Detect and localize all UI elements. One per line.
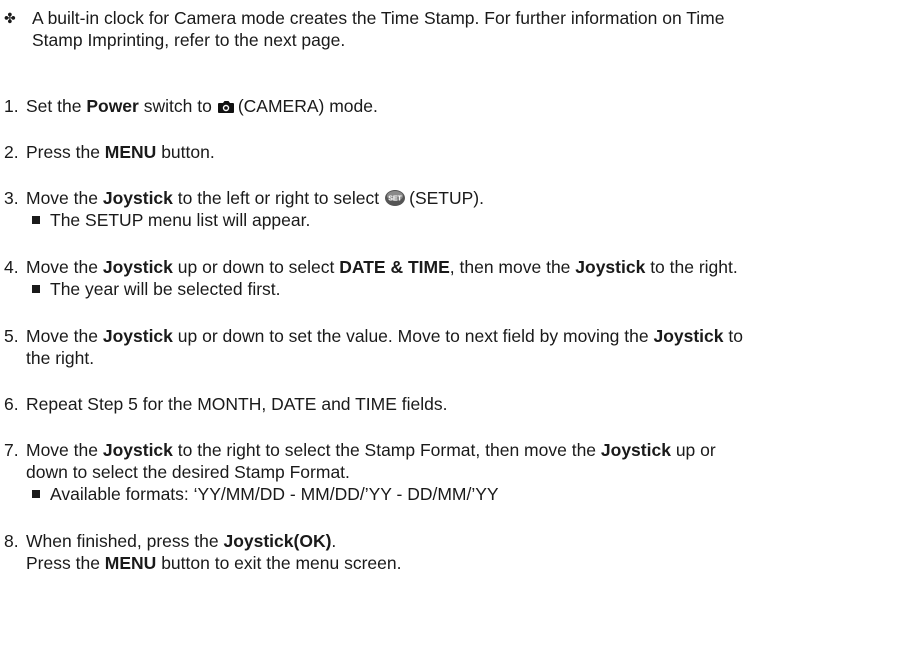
square-bullet-icon (32, 489, 40, 498)
step-text: Press the MENU button. (26, 142, 215, 162)
step-number: 7. (4, 440, 19, 460)
square-bullet-icon (32, 284, 40, 293)
step-text-continued: the right. (26, 348, 95, 368)
camera-icon (217, 97, 235, 119)
step-number: 5. (4, 326, 19, 346)
setup-icon: SET (384, 189, 406, 212)
sub-bullet: Available formats: ‘YY/MM/DD - MM/DD/’YY… (28, 483, 499, 505)
step-text: When finished, press the Joystick(OK). (26, 531, 337, 551)
sub-bullet: The SETUP menu list will appear. (28, 209, 310, 231)
step-number: 1. (4, 96, 19, 116)
step-number: 3. (4, 188, 19, 208)
svg-text:SET: SET (388, 196, 402, 203)
step-text: Move the Joystick to the right to select… (26, 440, 716, 460)
step-number: 4. (4, 257, 19, 277)
square-bullet-icon (32, 215, 40, 224)
step-number: 2. (4, 142, 19, 162)
step-text: Move the Joystick up or down to select D… (26, 257, 738, 277)
note-bullet-icon: ✤ (4, 10, 16, 26)
step-text: Set the Power switch to (CAMERA) mode. (26, 95, 906, 119)
step-text-continued: Press the MENU button to exit the menu s… (26, 553, 402, 573)
note-text: A built-in clock for Camera mode creates… (32, 8, 725, 50)
step-text-continued: down to select the desired Stamp Format. (26, 462, 350, 482)
step-number: 8. (4, 531, 19, 551)
sub-bullet: The year will be selected first. (28, 278, 281, 300)
step-text: Repeat Step 5 for the MONTH, DATE and TI… (26, 394, 448, 414)
step-number: 6. (4, 394, 19, 414)
step-text: Move the Joystick up or down to set the … (26, 326, 743, 346)
